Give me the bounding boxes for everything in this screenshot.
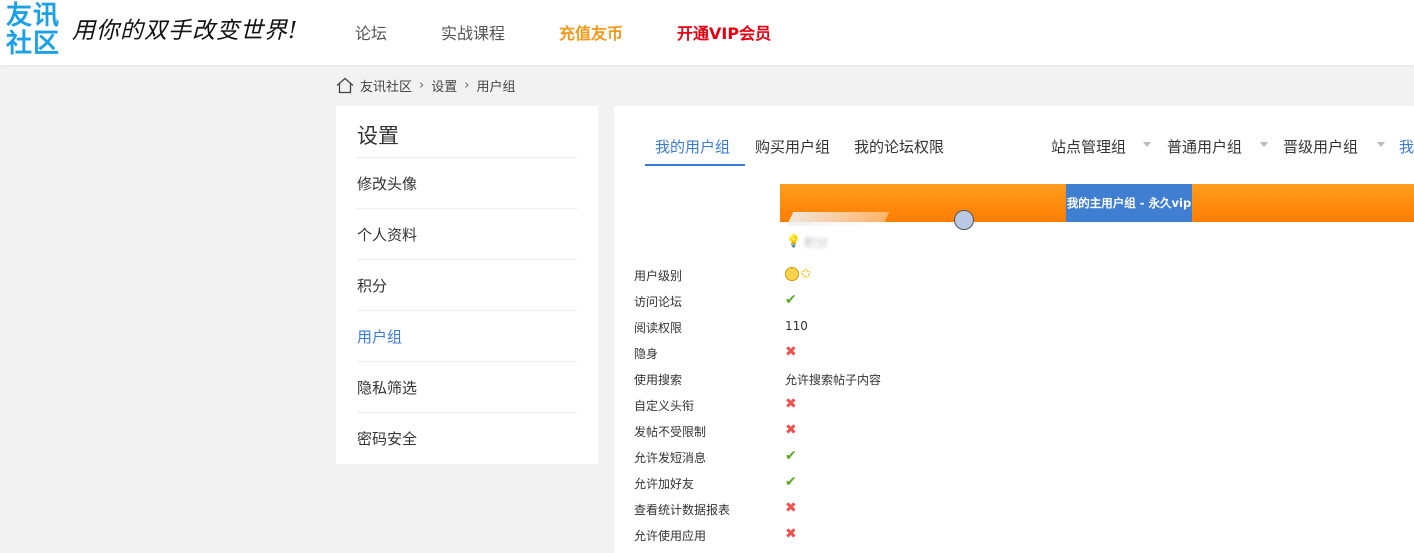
breadcrumb: 友讯社区 › 设置 › 用户组 [336, 76, 515, 95]
divider [357, 310, 577, 311]
divider [357, 412, 577, 413]
divider [357, 208, 577, 209]
main-group-label: 我的主用户组 - 永久vip [1066, 184, 1192, 222]
user-level: ✩ [785, 266, 812, 282]
check-icon: ✔ [785, 448, 797, 464]
divider [357, 361, 577, 362]
divider [357, 259, 577, 260]
sidebar-item-credits[interactable]: 积分 [357, 275, 387, 296]
star-icon: ✩ [800, 266, 812, 282]
cross-icon: ✖ [785, 422, 797, 438]
permission-label: 允许加好友 [634, 477, 695, 491]
tab-my-usergroup[interactable]: 我的用户组 [655, 136, 730, 157]
logo-line-1: 友讯 [6, 0, 61, 30]
bulb-icon: 💡 [786, 234, 801, 248]
permission-label: 使用搜索 [634, 373, 683, 387]
check-icon: ✔ [785, 292, 797, 308]
permission-label: 隐身 [634, 347, 659, 361]
blurred-credits-label: 积分 [804, 236, 829, 250]
permission-label: 自定义头衔 [634, 399, 695, 413]
permission-label: 发帖不受限制 [634, 425, 707, 439]
chevron-down-icon[interactable] [1377, 142, 1385, 147]
divider [357, 157, 577, 158]
active-tab-indicator [645, 164, 745, 166]
breadcrumb-home[interactable]: 友讯社区 [360, 76, 412, 95]
usergroup-panel: 我的用户组 购买用户组 我的论坛权限 站点管理组 普通用户组 晋级用户组 我 我… [614, 106, 1414, 553]
tab-my-group-truncated[interactable]: 我 [1399, 136, 1414, 157]
sidebar-item-usergroup[interactable]: 用户组 [357, 326, 402, 347]
cross-icon: ✖ [785, 344, 797, 360]
site-logo[interactable]: 友讯 社区 [6, 1, 64, 57]
permission-label: 允许使用应用 [634, 529, 707, 543]
logo-line-2: 社区 [6, 28, 61, 58]
permission-label: 查看统计数据报表 [634, 503, 731, 517]
breadcrumb-current: 用户组 [476, 80, 516, 95]
home-icon[interactable] [336, 77, 354, 94]
blurred-region [786, 212, 890, 226]
progress-marker [954, 210, 974, 230]
site-slogan: 用你的双手改变世界! [72, 18, 299, 44]
permission-label: 用户级别 [634, 269, 683, 283]
nav-courses[interactable]: 实战课程 [441, 20, 505, 44]
sidebar-item-privacy[interactable]: 隐私筛选 [357, 377, 417, 398]
cross-icon: ✖ [785, 500, 797, 516]
check-icon: ✔ [785, 474, 797, 490]
tab-admin-group[interactable]: 站点管理组 [1051, 136, 1126, 157]
tab-buy-usergroup[interactable]: 购买用户组 [755, 136, 830, 157]
sidebar-title: 设置 [357, 124, 399, 148]
smiley-icon [785, 267, 799, 281]
sidebar-item-avatar[interactable]: 修改头像 [357, 173, 417, 194]
permission-value: 110 [785, 319, 808, 333]
settings-sidebar: 设置 修改头像 个人资料 积分 用户组 隐私筛选 密码安全 [336, 106, 598, 464]
nav-vip[interactable]: 开通VIP会员 [677, 20, 771, 44]
permission-value: 允许搜索帖子内容 [785, 373, 882, 387]
tab-promotion-group[interactable]: 晋级用户组 [1283, 136, 1358, 157]
cross-icon: ✖ [785, 396, 797, 412]
sidebar-item-password[interactable]: 密码安全 [357, 428, 417, 449]
chevron-down-icon[interactable] [1143, 142, 1151, 147]
breadcrumb-separator: › [464, 78, 470, 93]
tab-forum-permissions[interactable]: 我的论坛权限 [854, 136, 944, 157]
nav-forum[interactable]: 论坛 [355, 20, 387, 44]
sidebar-item-profile[interactable]: 个人资料 [357, 224, 417, 245]
top-header: 友讯 社区 用你的双手改变世界! 论坛 实战课程 充值友币 开通VIP会员 [0, 0, 1414, 65]
tab-normal-group[interactable]: 普通用户组 [1167, 136, 1242, 157]
permission-label: 阅读权限 [634, 321, 683, 335]
breadcrumb-separator: › [419, 78, 425, 93]
nav-recharge[interactable]: 充值友币 [559, 20, 623, 44]
permission-label: 访问论坛 [634, 295, 683, 309]
cross-icon: ✖ [785, 526, 797, 542]
chevron-down-icon[interactable] [1260, 142, 1268, 147]
permission-label: 允许发短消息 [634, 451, 707, 465]
breadcrumb-settings[interactable]: 设置 [431, 76, 457, 95]
